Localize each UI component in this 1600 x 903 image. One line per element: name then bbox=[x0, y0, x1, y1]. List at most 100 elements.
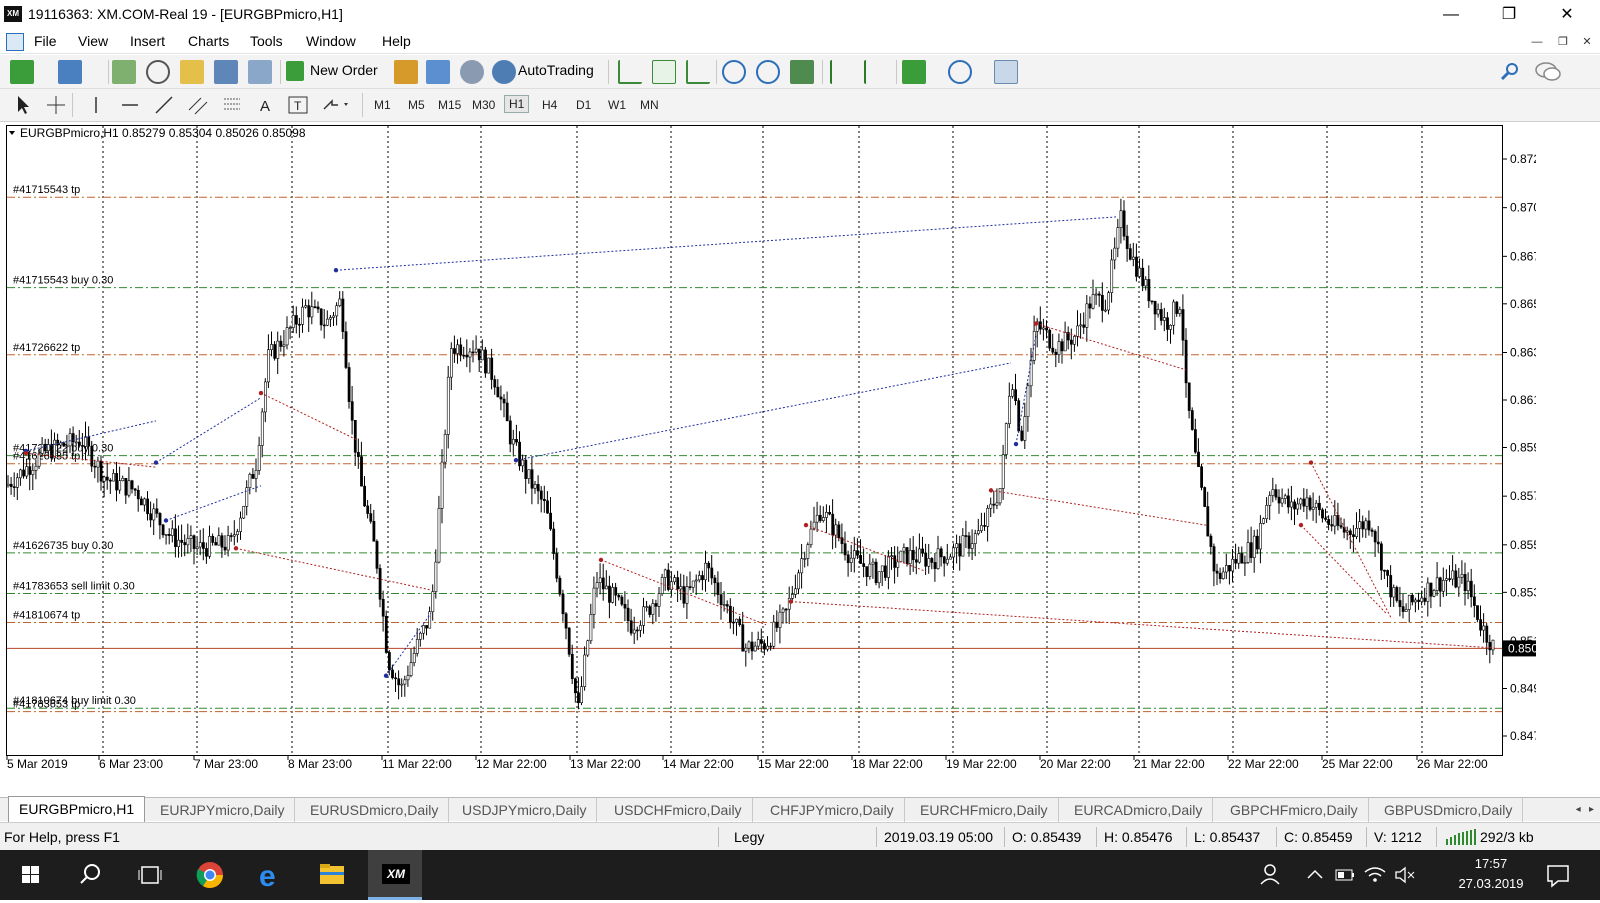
text-label-icon[interactable]: T bbox=[286, 93, 310, 117]
sell-trade-arrow[interactable] bbox=[598, 557, 604, 563]
new-order-button[interactable]: New Order bbox=[310, 62, 378, 78]
data-window-icon[interactable] bbox=[146, 60, 170, 84]
timeframe-w1[interactable]: W1 bbox=[608, 98, 626, 112]
navigator-icon[interactable] bbox=[180, 60, 204, 84]
mdi-close-button[interactable]: ✕ bbox=[1576, 33, 1598, 51]
candlestick-icon[interactable] bbox=[652, 60, 676, 84]
new-order-icon[interactable] bbox=[286, 61, 304, 81]
tab-eurjpy-daily[interactable]: EURJPYmicro,Daily bbox=[150, 798, 296, 822]
new-chart-icon[interactable] bbox=[10, 60, 34, 84]
market-icon[interactable] bbox=[460, 60, 484, 84]
menu-insert[interactable]: Insert bbox=[130, 33, 165, 49]
tab-eurchf-daily[interactable]: EURCHFmicro,Daily bbox=[910, 798, 1059, 822]
vertical-line-icon[interactable] bbox=[84, 93, 108, 117]
mdi-restore-button[interactable]: ❐ bbox=[1552, 33, 1574, 51]
notifications-icon[interactable] bbox=[1536, 850, 1580, 900]
chart-window-icon[interactable] bbox=[6, 33, 24, 51]
market-watch-icon[interactable] bbox=[112, 60, 136, 84]
sell-trade-arrow[interactable] bbox=[233, 546, 239, 551]
timeframe-mn[interactable]: MN bbox=[640, 98, 659, 112]
sell-trade-arrow[interactable] bbox=[803, 522, 809, 528]
search-taskbar-icon[interactable] bbox=[66, 850, 114, 900]
tab-gbpusd-daily[interactable]: GBPUSDmicro,Daily bbox=[1374, 798, 1524, 822]
minimize-button[interactable]: ― bbox=[1428, 2, 1474, 28]
cursor-icon[interactable] bbox=[10, 93, 34, 117]
timeframe-m15[interactable]: M15 bbox=[438, 98, 461, 112]
connection-bars-icon[interactable] bbox=[1446, 829, 1476, 845]
tab-eurgbp-h1[interactable]: EURGBPmicro,H1 bbox=[8, 796, 146, 822]
strategy-tester-icon[interactable] bbox=[248, 60, 272, 84]
tab-eurcad-daily[interactable]: EURCADmicro,Daily bbox=[1064, 798, 1214, 822]
line-chart-icon[interactable] bbox=[686, 60, 710, 84]
autotrading-button[interactable]: AutoTrading bbox=[518, 62, 594, 78]
tab-usdchf-daily[interactable]: USDCHFmicro,Daily bbox=[604, 798, 753, 822]
maximize-button[interactable]: ❐ bbox=[1486, 2, 1532, 28]
task-view-icon[interactable] bbox=[126, 850, 174, 900]
file-explorer-icon[interactable] bbox=[308, 850, 356, 900]
metaeditor-icon[interactable] bbox=[394, 60, 418, 84]
buy-trade-arrow[interactable] bbox=[163, 518, 169, 523]
tray-expand-icon[interactable] bbox=[1300, 850, 1330, 900]
wifi-icon[interactable] bbox=[1360, 850, 1390, 900]
mdi-minimize-button[interactable]: — bbox=[1526, 33, 1548, 51]
search-icon[interactable] bbox=[1498, 60, 1522, 84]
zoom-in-icon[interactable] bbox=[722, 60, 746, 84]
buy-trade-arrow[interactable] bbox=[513, 458, 519, 463]
menu-help[interactable]: Help bbox=[382, 33, 411, 49]
clock-date[interactable]: 27.03.2019 bbox=[1456, 876, 1526, 891]
crosshair-icon[interactable] bbox=[44, 93, 68, 117]
arrows-icon[interactable] bbox=[320, 93, 348, 117]
menu-window[interactable]: Window bbox=[306, 33, 356, 49]
volume-muted-icon[interactable] bbox=[1390, 850, 1420, 900]
signals-icon[interactable] bbox=[426, 60, 450, 84]
chat-icon[interactable] bbox=[1534, 60, 1561, 84]
chart-shift-icon[interactable] bbox=[830, 60, 854, 84]
timeframe-m30[interactable]: M30 bbox=[472, 98, 495, 112]
terminal-icon[interactable] bbox=[214, 60, 238, 84]
xm-terminal-taskbar-button[interactable]: XM bbox=[368, 850, 422, 900]
sell-trade-arrow[interactable] bbox=[988, 488, 994, 493]
close-button[interactable]: ✕ bbox=[1544, 2, 1590, 28]
timeframe-m5[interactable]: M5 bbox=[408, 98, 425, 112]
tab-chfjpy-daily[interactable]: CHFJPYmicro,Daily bbox=[760, 798, 905, 822]
buy-trade-arrow[interactable] bbox=[153, 460, 159, 465]
people-icon[interactable] bbox=[1250, 850, 1290, 900]
menu-view[interactable]: View bbox=[78, 33, 108, 49]
text-icon[interactable]: A bbox=[254, 93, 278, 117]
tile-windows-icon[interactable] bbox=[790, 60, 814, 84]
profiles-icon[interactable] bbox=[58, 60, 82, 84]
autoscroll-icon[interactable] bbox=[864, 60, 888, 84]
buy-trade-arrow[interactable] bbox=[333, 268, 339, 273]
tab-gbpchf-daily[interactable]: GBPCHFmicro,Daily bbox=[1220, 798, 1369, 822]
timeframe-h4[interactable]: H4 bbox=[542, 98, 557, 112]
channel-icon[interactable] bbox=[186, 93, 210, 117]
trendline-icon[interactable] bbox=[152, 93, 176, 117]
sell-trade-arrow[interactable] bbox=[23, 451, 29, 456]
tab-eurusd-daily[interactable]: EURUSDmicro,Daily bbox=[300, 798, 450, 822]
menu-charts[interactable]: Charts bbox=[188, 33, 229, 49]
buy-trade-arrow[interactable] bbox=[1013, 441, 1019, 447]
zoom-out-icon[interactable] bbox=[756, 60, 780, 84]
plot-area[interactable] bbox=[6, 125, 1503, 756]
chart-canvas[interactable]: #41715543 tp #41715543 buy 0.30 #41726622 … bbox=[6, 125, 1536, 770]
sell-trade-arrow[interactable] bbox=[258, 390, 264, 396]
edge-browser-icon[interactable]: e bbox=[246, 850, 294, 900]
sell-trade-arrow[interactable] bbox=[1298, 522, 1304, 528]
autotrading-icon[interactable] bbox=[492, 60, 516, 84]
battery-icon[interactable] bbox=[1330, 850, 1360, 900]
indicators-icon[interactable] bbox=[902, 60, 926, 84]
periods-icon[interactable] bbox=[948, 60, 972, 84]
templates-icon[interactable] bbox=[994, 60, 1018, 84]
profile-name[interactable]: Legy bbox=[734, 829, 764, 845]
timeframe-d1[interactable]: D1 bbox=[576, 98, 591, 112]
timeframe-m1[interactable]: M1 bbox=[374, 98, 391, 112]
horizontal-line-icon[interactable] bbox=[118, 93, 142, 117]
menu-tools[interactable]: Tools bbox=[250, 33, 283, 49]
fibonacci-icon[interactable] bbox=[220, 93, 244, 117]
tab-scroll-arrows[interactable]: ◂ ▸ bbox=[1576, 798, 1594, 822]
price-chart[interactable]: #41715543 tp #41715543 buy 0.30 #41726622 … bbox=[6, 125, 1536, 770]
sell-trade-arrow[interactable] bbox=[1033, 321, 1039, 326]
start-windows-icon[interactable] bbox=[6, 850, 54, 900]
buy-trade-arrow[interactable] bbox=[383, 673, 389, 678]
chrome-icon[interactable] bbox=[186, 850, 234, 900]
